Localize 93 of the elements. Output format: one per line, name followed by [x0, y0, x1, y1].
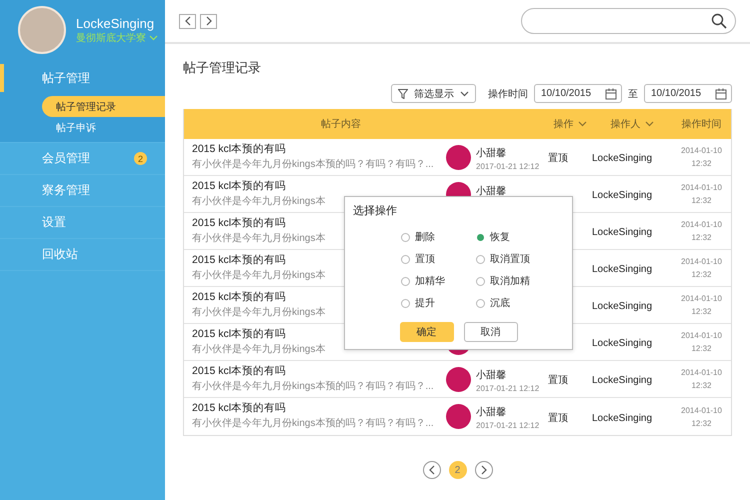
post-date: 2017-01-21 12:12	[476, 421, 540, 430]
date-field[interactable]: 10/10/2015	[534, 84, 622, 103]
calendar-icon	[715, 88, 727, 100]
chevron-right-icon	[480, 465, 488, 475]
search-field[interactable]	[521, 8, 736, 34]
operator-name: LockeSinging	[592, 412, 652, 424]
post-excerpt: 有小伙伴是今年九月份kings本	[192, 269, 326, 282]
chevron-left-icon	[428, 465, 436, 475]
operation-date: 2014-01-10	[681, 146, 722, 155]
next-page-button[interactable]	[474, 461, 492, 479]
chevron-right-icon	[204, 16, 212, 26]
radio-option[interactable]: 置顶	[401, 252, 476, 266]
post-excerpt: 有小伙伴是今年九月份kings本	[192, 306, 326, 319]
sidebar-item[interactable]: 会员管理 2	[0, 143, 165, 174]
previous-page-button[interactable]	[422, 461, 440, 479]
operator-name: LockeSinging	[592, 264, 652, 275]
operation-date: 2014-01-10	[681, 331, 722, 340]
action-text: 置顶	[548, 153, 568, 164]
search-icon	[711, 13, 727, 29]
confirm-button[interactable]: 确定	[400, 322, 454, 342]
post-excerpt: 有小伙伴是今年九月份kings本预的吗？有吗？有吗？...	[192, 380, 434, 393]
operation-date: 2014-01-10	[681, 294, 722, 303]
radio-option[interactable]: 沉底	[476, 296, 551, 310]
radio-option[interactable]: 恢复	[476, 230, 551, 244]
operation-date: 2014-01-10	[681, 368, 722, 377]
operation-time: 12:32	[691, 381, 712, 390]
operation-date: 2014-01-10	[681, 406, 722, 414]
filter-dropdown[interactable]: 筛选显示	[391, 84, 476, 103]
forward-button[interactable]	[200, 14, 217, 28]
operator-name: LockeSinging	[592, 338, 652, 349]
radio-option[interactable]: 取消置顶	[476, 252, 551, 266]
author-name: 小甜馨	[476, 368, 507, 382]
post-title: 2015 kcl本预的有吗	[192, 216, 286, 230]
post-excerpt: 有小伙伴是今年九月份kings本预的吗？有吗？有吗？...	[192, 158, 434, 171]
post-title: 2015 kcl本预的有吗	[192, 179, 286, 193]
post-excerpt: 有小伙伴是今年九月份kings本预的吗？有吗？有吗？...	[192, 417, 434, 430]
operation-date: 2014-01-10	[681, 257, 722, 266]
operator-name: LockeSinging	[592, 190, 652, 201]
radio-option[interactable]: 删除	[401, 230, 476, 244]
radio-option[interactable]: 取消加精	[476, 274, 551, 288]
post-excerpt: 有小伙伴是今年九月份kings本	[192, 232, 326, 245]
column-header[interactable]: 操作人	[610, 117, 654, 131]
page-title: 帖子管理记录	[183, 59, 262, 77]
radio-option[interactable]: 加精华	[401, 274, 476, 288]
operator-name: LockeSinging	[592, 153, 652, 164]
back-button[interactable]	[179, 14, 196, 28]
post-title: 2015 kcl本预的有吗	[192, 364, 286, 378]
column-header[interactable]: 操作	[554, 117, 586, 131]
author-name: 小甜馨	[476, 146, 507, 160]
post-title: 2015 kcl本预的有吗	[192, 401, 286, 415]
column-header: 操作时间	[682, 118, 722, 131]
post-excerpt: 有小伙伴是今年九月份kings本	[192, 195, 326, 208]
author-name: 小甜馨	[476, 406, 507, 419]
post-date: 2017-01-21 12:12	[476, 162, 540, 170]
operation-time: 12:32	[691, 196, 712, 205]
author-name: 小甜馨	[476, 184, 506, 198]
post-title: 2015 kcl本预的有吗	[192, 253, 286, 267]
action-text: 置顶	[548, 375, 568, 386]
sidebar-subitem[interactable]: 帖子管理记录	[42, 96, 165, 117]
user-name: LockeSinging	[76, 16, 156, 30]
avatar-photo	[18, 6, 66, 54]
operation-time: 12:32	[691, 233, 712, 242]
operation-date: 2014-01-10	[681, 183, 722, 192]
dialog-title: 选择操作	[353, 204, 398, 218]
range-separator: 至	[628, 88, 638, 100]
radio-option[interactable]: 提升	[401, 296, 476, 310]
cancel-button[interactable]: 取消	[464, 322, 518, 342]
operator-name: LockeSinging	[592, 301, 652, 312]
operation-time: 12:32	[691, 418, 712, 428]
post-excerpt: 有小伙伴是今年九月份kings本	[192, 343, 326, 356]
post-title: 2015 kcl本预的有吗	[192, 290, 286, 304]
operation-date: 2014-01-10	[681, 220, 722, 229]
operation-time: 12:32	[691, 159, 712, 168]
operation-time: 12:32	[691, 307, 712, 316]
post-date: 2017-01-21 12:12	[476, 384, 540, 392]
calendar-icon	[605, 88, 617, 100]
filter-icon	[398, 88, 408, 98]
count-badge: 2	[134, 152, 147, 165]
post-title: 2015 kcl本预的有吗	[192, 327, 286, 341]
operator-name: LockeSinging	[592, 227, 652, 238]
caret-icon	[644, 121, 654, 127]
operation-time: 12:32	[691, 270, 712, 279]
caret-icon	[149, 34, 158, 40]
chevron-left-icon	[184, 16, 192, 26]
caret-icon	[578, 121, 586, 127]
action-text: 置顶	[548, 412, 568, 424]
column-header: 帖子内容	[321, 118, 361, 131]
post-title: 2015 kcl本预的有吗	[192, 142, 286, 156]
operator-name: LockeSinging	[592, 375, 652, 386]
time-label: 操作时间	[488, 88, 528, 100]
operation-time: 12:32	[691, 344, 712, 353]
date-field[interactable]: 10/10/2015	[644, 84, 732, 103]
caret-icon	[460, 90, 469, 96]
